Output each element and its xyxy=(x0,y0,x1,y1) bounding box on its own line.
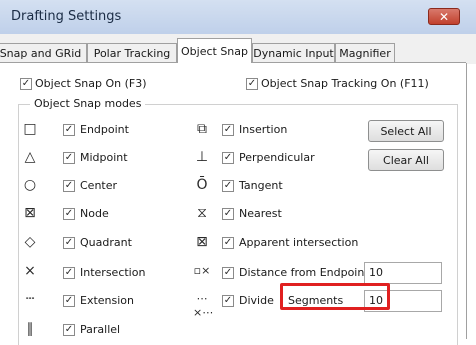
object-snap-modes-label: Object Snap modes xyxy=(30,97,146,110)
apparent-intersection-label: Apparent intersection xyxy=(239,236,359,249)
insertion-checkbox[interactable]: ✓ xyxy=(222,124,234,136)
node-icon: ⊠ xyxy=(24,205,36,221)
midpoint-icon: △ xyxy=(24,149,36,165)
object-snap-tracking-checkbox[interactable]: ✓ xyxy=(246,78,258,90)
node-checkbox[interactable]: ✓ xyxy=(63,208,75,220)
close-icon: ✕ xyxy=(438,9,450,24)
perpendicular-checkbox[interactable]: ✓ xyxy=(222,152,234,164)
parallel-label: Parallel xyxy=(80,323,121,336)
title-bar: Drafting Settings ✕ xyxy=(0,0,476,35)
nearest-checkbox[interactable]: ✓ xyxy=(222,208,234,220)
object-snap-on-checkbox[interactable]: ✓ xyxy=(20,78,32,90)
parallel-checkbox[interactable]: ✓ xyxy=(63,324,75,336)
divide-icon: ⋯×⋯ xyxy=(193,292,214,319)
tangent-label: Tangent xyxy=(239,179,283,192)
node-label: Node xyxy=(80,207,109,220)
tab-magnifier[interactable]: Magnifier xyxy=(335,43,395,62)
quadrant-label: Quadrant xyxy=(80,236,132,249)
tab-snap-and-grid[interactable]: Snap and GRid xyxy=(0,43,87,62)
apparent-intersection-icon: ⊠ xyxy=(196,234,208,250)
parallel-icon: ∥ xyxy=(26,321,34,337)
distance-from-endpoint-input[interactable]: 10 xyxy=(364,262,442,284)
tab-dynamic-input[interactable]: Dynamic Input xyxy=(252,43,335,62)
distance-from-endpoint-icon: ▫× xyxy=(193,264,211,277)
select-all-button[interactable]: Select All xyxy=(368,120,444,142)
divide-checkbox[interactable]: ✓ xyxy=(222,295,234,307)
quadrant-checkbox[interactable]: ✓ xyxy=(63,237,75,249)
close-button[interactable]: ✕ xyxy=(428,8,460,25)
insertion-icon: ⧉ xyxy=(197,121,207,137)
tangent-checkbox[interactable]: ✓ xyxy=(222,180,234,192)
tab-object-snap[interactable]: Object Snap xyxy=(177,38,252,63)
tab-polar-tracking[interactable]: Polar Tracking xyxy=(87,43,177,62)
apparent-intersection-checkbox[interactable]: ✓ xyxy=(222,237,234,249)
tangent-icon: Ō xyxy=(196,177,208,193)
endpoint-icon: □ xyxy=(23,121,37,137)
quadrant-icon: ◇ xyxy=(24,234,36,250)
center-icon: ○ xyxy=(23,177,37,193)
tab-strip: Snap and GRid Polar Tracking Object Snap… xyxy=(0,34,476,64)
distance-from-endpoint-checkbox[interactable]: ✓ xyxy=(222,267,234,279)
perpendicular-icon: ⊥ xyxy=(195,149,209,165)
extension-checkbox[interactable]: ✓ xyxy=(63,295,75,307)
center-checkbox[interactable]: ✓ xyxy=(63,180,75,192)
endpoint-checkbox[interactable]: ✓ xyxy=(63,124,75,136)
midpoint-label: Midpoint xyxy=(80,151,128,164)
perpendicular-label: Perpendicular xyxy=(239,151,315,164)
object-snap-tracking-label: Object Snap Tracking On (F11) xyxy=(261,77,429,90)
distance-from-endpoint-label: Distance from Endpoint xyxy=(239,266,369,279)
endpoint-label: Endpoint xyxy=(80,123,129,136)
divide-label: Divide xyxy=(239,294,274,307)
object-snap-on-label: Object Snap On (F3) xyxy=(35,77,147,90)
window-title: Drafting Settings xyxy=(11,9,122,24)
intersection-checkbox[interactable]: ✓ xyxy=(63,267,75,279)
midpoint-checkbox[interactable]: ✓ xyxy=(63,152,75,164)
nearest-label: Nearest xyxy=(239,207,282,220)
center-label: Center xyxy=(80,179,118,192)
divide-highlight-box xyxy=(280,283,390,310)
insertion-label: Insertion xyxy=(239,123,288,136)
intersection-icon: × xyxy=(24,263,36,279)
intersection-label: Intersection xyxy=(80,266,146,279)
extension-icon: ┄ xyxy=(25,291,35,307)
clear-all-button[interactable]: Clear All xyxy=(368,149,444,171)
extension-label: Extension xyxy=(80,294,135,307)
nearest-icon: ⧖ xyxy=(197,205,207,221)
